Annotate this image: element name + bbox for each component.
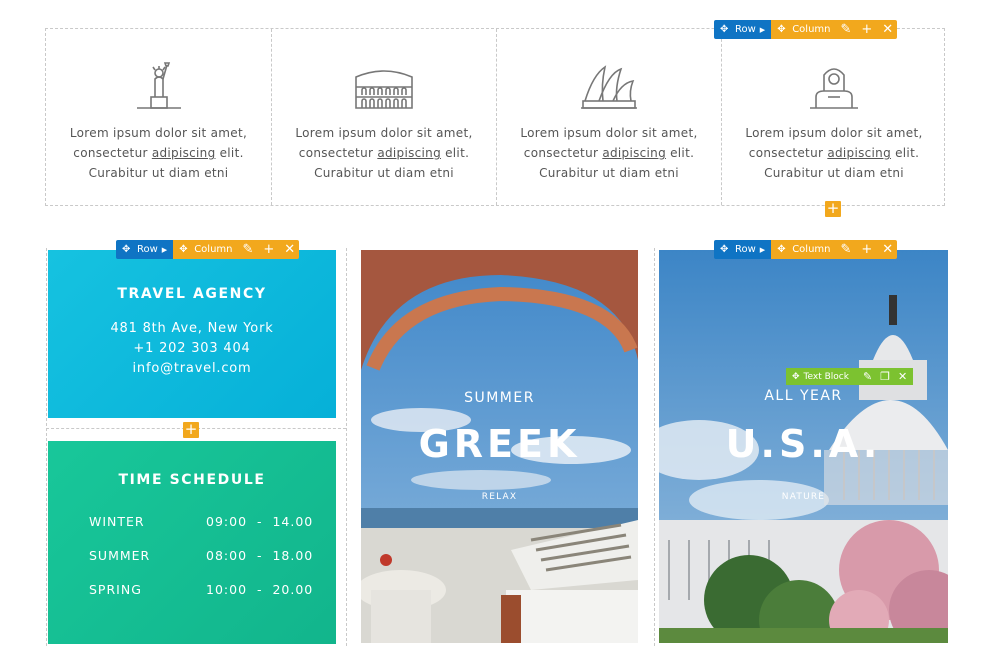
- feature-text: Lorem ipsum dolor sit amet, consectetur …: [69, 126, 248, 180]
- close-icon[interactable]: ✕: [284, 240, 295, 259]
- travel-address: 481 8th Ave, New York: [110, 321, 274, 336]
- travel-agency-panel: TRAVEL AGENCY 481 8th Ave, New York +1 2…: [48, 250, 336, 418]
- row-column-toolbar[interactable]: ✥ Row ▶ ✥ Column ✎ + ✕: [116, 240, 300, 259]
- greek-tag: RELAX: [481, 492, 518, 502]
- row-button[interactable]: ✥ Row ▶: [714, 20, 772, 39]
- row-button[interactable]: ✥ Row ▶: [116, 240, 174, 259]
- move-icon: ✥: [792, 371, 800, 382]
- travel-email[interactable]: info@travel.com: [48, 361, 336, 376]
- schedule-row: WINTER 09:00 - 14.00: [89, 514, 314, 529]
- row-column-toolbar[interactable]: ✥ Row ▶ ✥ Column ✎ + ✕: [714, 240, 898, 259]
- edit-icon[interactable]: ✎: [840, 20, 851, 39]
- duplicate-icon[interactable]: ❐: [880, 370, 890, 383]
- caret-right-icon: ▶: [759, 25, 766, 34]
- column-button[interactable]: ✥ Column: [771, 20, 837, 39]
- feature-text: Lorem ipsum dolor sit amet, consectetur …: [520, 126, 698, 180]
- move-icon: ✥: [179, 244, 188, 255]
- feature-text: Lorem ipsum dolor sit amet, consectetur …: [745, 126, 923, 180]
- statue-of-liberty-icon: [136, 62, 181, 109]
- close-icon[interactable]: ✕: [898, 370, 907, 383]
- sydney-opera-house-icon: [581, 65, 637, 109]
- add-icon[interactable]: +: [861, 20, 872, 39]
- add-element-button[interactable]: +: [183, 422, 199, 438]
- edit-icon[interactable]: ✎: [840, 240, 851, 259]
- feature-column[interactable]: Lorem ipsum dolor sit amet, consectetur …: [497, 29, 722, 205]
- travel-phone: +1 202 303 404: [133, 341, 251, 356]
- features-row[interactable]: Lorem ipsum dolor sit amet, consectetur …: [45, 28, 945, 206]
- usa-title: U.S.A.: [725, 422, 882, 466]
- sphinx-icon: [810, 68, 858, 109]
- add-element-button[interactable]: +: [825, 201, 841, 217]
- caret-right-icon: ▶: [161, 245, 168, 254]
- caret-right-icon: ▶: [759, 245, 766, 254]
- usa-subtitle: ALL YEAR: [764, 388, 843, 404]
- schedule-row: SUMMER 08:00 - 18.00: [89, 548, 314, 563]
- feature-link[interactable]: adipiscing: [602, 146, 666, 160]
- move-icon: ✥: [777, 244, 786, 255]
- usa-card[interactable]: ALL YEAR U.S.A. NATURE: [659, 250, 948, 643]
- add-icon[interactable]: +: [263, 240, 274, 259]
- row-button[interactable]: ✥ Row ▶: [714, 240, 772, 259]
- feature-column[interactable]: Lorem ipsum dolor sit amet, consectetur …: [46, 29, 272, 205]
- move-icon: ✥: [122, 244, 131, 255]
- feature-link[interactable]: adipiscing: [152, 146, 216, 160]
- greek-card[interactable]: SUMMER GREEK RELAX: [361, 250, 638, 643]
- colosseum-icon: [355, 70, 413, 109]
- close-icon[interactable]: ✕: [882, 240, 893, 259]
- edit-icon[interactable]: ✎: [242, 240, 253, 259]
- row-column-toolbar[interactable]: ✥ Row ▶ ✥ Column ✎ + ✕: [714, 20, 898, 39]
- schedule-title: TIME SCHEDULE: [118, 472, 266, 488]
- close-icon[interactable]: ✕: [882, 20, 893, 39]
- feature-column[interactable]: Lorem ipsum dolor sit amet, consectetur …: [722, 29, 946, 205]
- greek-title: GREEK: [418, 422, 581, 466]
- greek-subtitle: SUMMER: [464, 390, 535, 406]
- text-block-toolbar[interactable]: ✥ Text Block ✎ ❐ ✕: [786, 368, 914, 385]
- text-block-label[interactable]: Text Block: [804, 372, 849, 382]
- schedule-row: SPRING 10:00 - 20.00: [89, 582, 314, 597]
- time-schedule-panel: TIME SCHEDULE WINTER 09:00 - 14.00 SUMMER…: [48, 441, 336, 644]
- add-icon[interactable]: +: [861, 240, 872, 259]
- column-button[interactable]: ✥ Column: [173, 240, 239, 259]
- usa-tag: NATURE: [781, 492, 826, 502]
- feature-link[interactable]: adipiscing: [377, 146, 441, 160]
- edit-icon[interactable]: ✎: [863, 370, 872, 383]
- feature-column[interactable]: Lorem ipsum dolor sit amet, consectetur …: [272, 29, 497, 205]
- move-icon: ✥: [720, 244, 729, 255]
- travel-title: TRAVEL AGENCY: [117, 286, 267, 302]
- move-icon: ✥: [720, 24, 729, 35]
- feature-text: Lorem ipsum dolor sit amet, consectetur …: [295, 126, 473, 180]
- column-button[interactable]: ✥ Column: [771, 240, 837, 259]
- move-icon: ✥: [777, 24, 786, 35]
- feature-link[interactable]: adipiscing: [827, 146, 891, 160]
